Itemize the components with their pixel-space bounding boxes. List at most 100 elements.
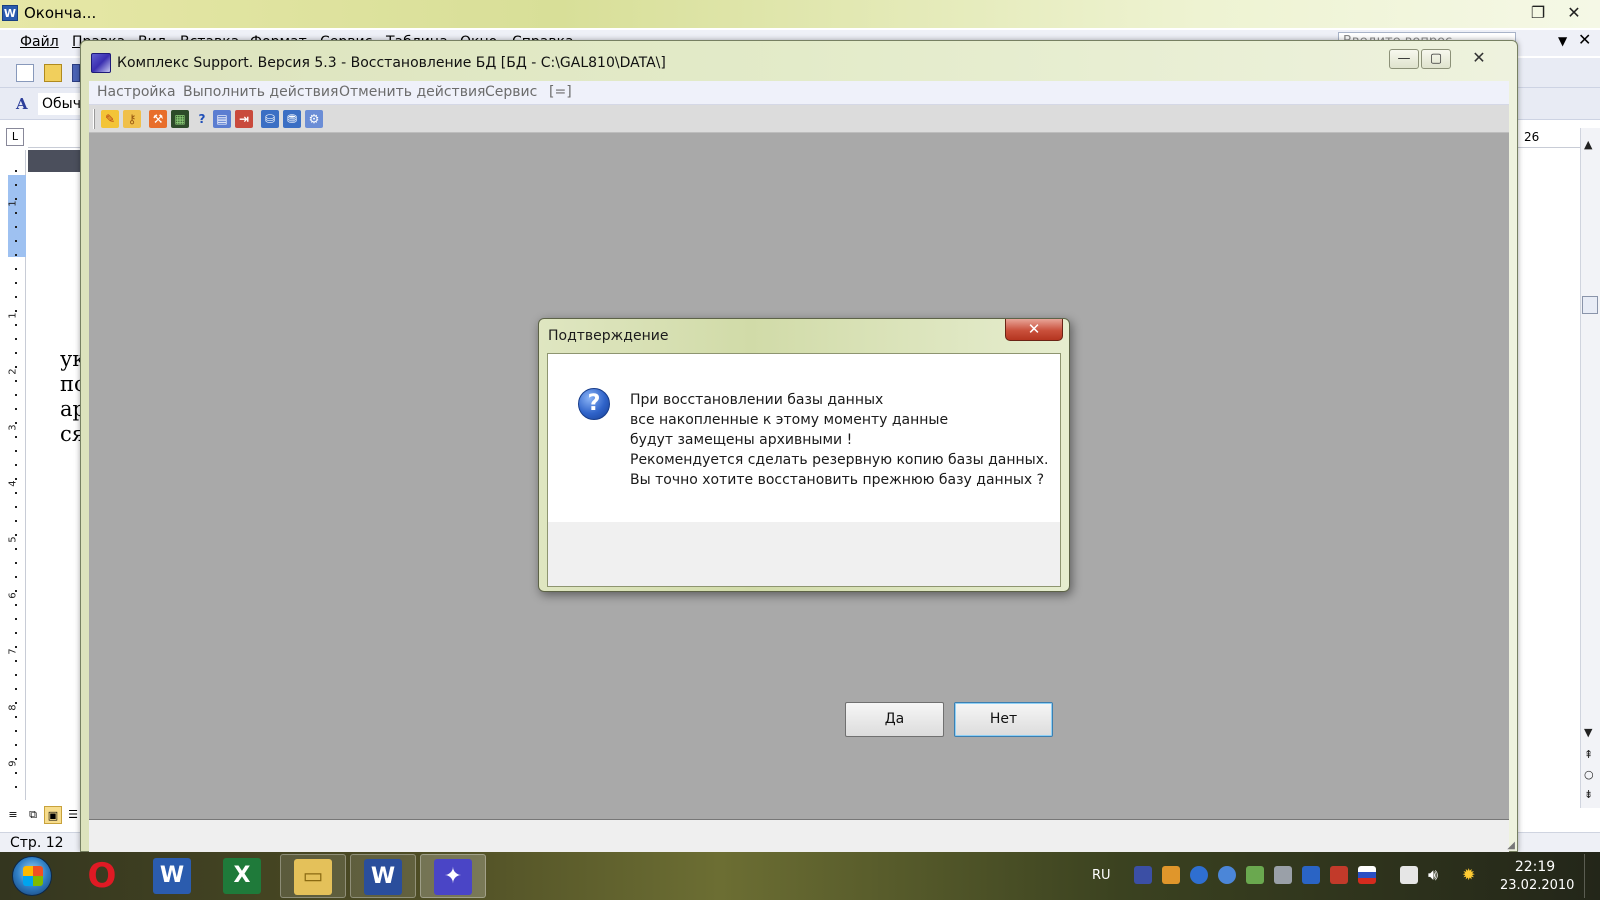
select-browse-object-icon[interactable]: ○ <box>1584 768 1594 781</box>
word-close-button[interactable]: ✕ <box>1560 2 1588 24</box>
database-icon[interactable]: ⛁ <box>261 110 279 128</box>
no-button[interactable]: Нет <box>954 702 1053 737</box>
database-settings-icon[interactable]: ⚙ <box>305 110 323 128</box>
support-icon: ✦ <box>434 859 472 895</box>
database-restore-icon[interactable]: ⛃ <box>283 110 301 128</box>
start-button[interactable] <box>12 856 52 896</box>
tray-sun-icon[interactable]: ✹ <box>1462 866 1480 884</box>
word-window-title: Оконча... <box>24 4 97 22</box>
vertical-ruler-tick <box>15 170 17 172</box>
language-indicator[interactable]: RU <box>1092 868 1111 883</box>
show-desktop-button[interactable] <box>1584 854 1598 898</box>
vertical-ruler-tick <box>15 184 17 186</box>
keys-icon[interactable]: ⚷ <box>123 110 141 128</box>
resize-grip-icon[interactable]: ◢ <box>1507 840 1515 851</box>
app-menu-service[interactable]: Сервис <box>485 84 537 100</box>
style-select[interactable]: Обыч <box>38 93 82 115</box>
app-minimize-button[interactable]: — <box>1389 49 1419 69</box>
web-view-icon[interactable]: ⧉ <box>24 806 42 824</box>
vertical-ruler-tick <box>15 674 17 676</box>
taskbar-explorer[interactable]: ▭ <box>280 854 346 898</box>
vertical-ruler-tick <box>15 422 17 424</box>
word-titlebar[interactable]: W Оконча... ❐ ✕ <box>0 0 1600 28</box>
vertical-ruler-tick <box>15 380 17 382</box>
taskbar-opera[interactable]: O <box>70 854 136 898</box>
word-menu-file[interactable]: Файл <box>20 34 59 50</box>
print-layout-icon[interactable]: ▣ <box>44 806 62 824</box>
tray-display-icon[interactable] <box>1274 866 1292 884</box>
scroll-thumb[interactable] <box>1582 296 1598 314</box>
styles-icon[interactable]: A <box>16 95 28 113</box>
vertical-ruler-tick <box>15 366 17 368</box>
volume-icon[interactable]: 🔊︎ <box>1428 866 1446 884</box>
message-line: Вы точно хотите восстановить прежнюю баз… <box>630 472 1045 488</box>
app-menu-window-control[interactable]: [=] <box>549 84 572 100</box>
previous-page-icon[interactable]: ⇞ <box>1584 748 1593 761</box>
calculator-icon[interactable]: ▦ <box>171 110 189 128</box>
tray-flag-icon[interactable] <box>1330 866 1348 884</box>
question-icon: ? <box>578 388 610 420</box>
word-document-close-icon[interactable]: ✕ <box>1578 30 1591 49</box>
app-statusbar <box>89 819 1509 849</box>
app-menu-settings[interactable]: Настройка <box>97 84 176 100</box>
word-app-icon[interactable]: W <box>2 5 18 21</box>
key-icon[interactable]: ✎ <box>101 110 119 128</box>
tray-russian-flag-icon[interactable] <box>1358 866 1376 884</box>
word-restore-button[interactable]: ❐ <box>1524 2 1552 24</box>
vertical-ruler-tick <box>15 758 17 760</box>
vertical-ruler-tick <box>15 324 17 326</box>
word-icon: W <box>153 858 191 894</box>
folder-icon: ▭ <box>294 859 332 895</box>
word-ask-dropdown-icon[interactable]: ▼ <box>1558 34 1567 48</box>
vertical-ruler-tick <box>15 534 17 536</box>
dialog-message: При восстановлении базы данных все накоп… <box>630 390 1048 490</box>
vertical-ruler-number: 1 <box>7 312 19 319</box>
word-document-icon: W <box>364 859 402 895</box>
tray-network-app-icon[interactable] <box>1246 866 1264 884</box>
word-vertical-scrollbar[interactable] <box>1580 128 1600 808</box>
vertical-ruler-number: 6 <box>7 592 19 599</box>
app-titlebar[interactable]: Комплекс Support. Версия 5.3 - Восстанов… <box>81 41 1517 81</box>
tray-agent-icon[interactable] <box>1218 866 1236 884</box>
scroll-down-icon[interactable]: ▼ <box>1584 726 1592 739</box>
open-folder-icon[interactable] <box>44 64 62 82</box>
support-app-icon[interactable] <box>91 53 111 73</box>
scroll-up-icon[interactable]: ▲ <box>1584 138 1592 151</box>
tray-settings-icon[interactable] <box>1302 866 1320 884</box>
vertical-ruler-tick <box>15 436 17 438</box>
taskbar: O W X ▭ W ✦ RU 🔊︎ ✹ 22:19 23.02.2010 <box>0 852 1600 900</box>
tools-icon[interactable]: ⚒ <box>149 110 167 128</box>
monitor-icon[interactable]: ▤ <box>213 110 231 128</box>
tab-stop-selector[interactable]: L <box>6 128 24 146</box>
taskbar-excel[interactable]: X <box>210 854 276 898</box>
app-menu-cancel-actions[interactable]: Отменить действия <box>339 84 485 100</box>
taskbar-support[interactable]: ✦ <box>420 854 486 898</box>
tray-keyboard-icon[interactable] <box>1134 866 1152 884</box>
app-menu-execute-actions[interactable]: Выполнить действия <box>183 84 338 100</box>
app-close-button[interactable]: ✕ <box>1453 49 1505 69</box>
vertical-ruler-tick <box>15 772 17 774</box>
excel-icon: X <box>223 858 261 894</box>
normal-view-icon[interactable]: ≡ <box>4 806 22 824</box>
tray-app-icon[interactable] <box>1162 866 1180 884</box>
app-window-title: Комплекс Support. Версия 5.3 - Восстанов… <box>117 55 666 71</box>
dialog-body: ? При восстановлении базы данных все нак… <box>547 353 1061 737</box>
app-maximize-button[interactable]: ▢ <box>1421 49 1451 69</box>
new-document-icon[interactable] <box>16 64 34 82</box>
next-page-icon[interactable]: ⇟ <box>1584 788 1593 801</box>
yes-button[interactable]: Да <box>845 702 944 737</box>
vertical-ruler-tick <box>15 212 17 214</box>
tray-device-icon[interactable] <box>1400 866 1418 884</box>
taskbar-word[interactable]: W <box>140 854 206 898</box>
clock-time[interactable]: 22:19 <box>1500 859 1570 875</box>
clock-date[interactable]: 23.02.2010 <box>1500 878 1574 893</box>
vertical-ruler-tick <box>15 226 17 228</box>
tray-info-icon[interactable] <box>1190 866 1208 884</box>
save-icon[interactable] <box>72 64 80 82</box>
vertical-ruler-tick <box>15 338 17 340</box>
exit-icon[interactable]: ⇥ <box>235 110 253 128</box>
taskbar-word-document[interactable]: W <box>350 854 416 898</box>
dialog-footer: Да Нет <box>548 522 1060 737</box>
help-icon[interactable]: ? <box>193 110 211 128</box>
dialog-close-button[interactable]: ✕ <box>1005 319 1063 341</box>
